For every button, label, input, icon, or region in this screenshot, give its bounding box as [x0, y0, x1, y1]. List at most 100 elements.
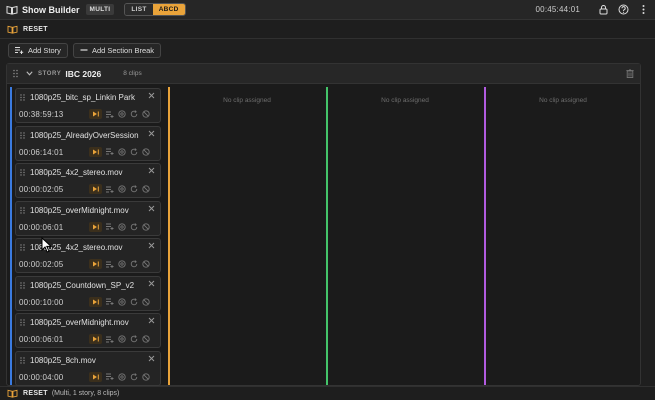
play-next-icon[interactable] — [89, 371, 102, 382]
loop-icon[interactable] — [130, 222, 138, 231]
disable-icon[interactable] — [142, 185, 150, 193]
clip-card[interactable]: 1080p25_4x2_stereo.mov 00:00:02:05 — [15, 163, 161, 198]
clip-duration: 00:00:02:05 — [19, 260, 64, 269]
close-icon[interactable] — [148, 130, 155, 137]
close-icon[interactable] — [148, 205, 155, 212]
drag-handle-icon[interactable] — [20, 131, 25, 139]
clip-actions — [89, 184, 154, 194]
queue-list-icon[interactable] — [106, 111, 114, 118]
settings-icon[interactable] — [118, 335, 126, 343]
empty-lane-message: No clip assigned — [381, 97, 429, 104]
disable-icon[interactable] — [142, 222, 150, 231]
view-list-button[interactable]: LIST — [125, 4, 153, 15]
clip-actions — [89, 371, 154, 382]
drag-handle-icon[interactable] — [20, 244, 25, 251]
settings-icon[interactable] — [118, 372, 126, 381]
queue-list-icon[interactable] — [106, 223, 114, 230]
lane-3: No clip assigned — [326, 87, 484, 385]
queue-list-icon[interactable] — [106, 186, 114, 193]
lock-icon[interactable] — [598, 4, 609, 15]
play-next-icon[interactable] — [89, 146, 102, 157]
close-icon[interactable] — [148, 167, 155, 174]
loop-icon[interactable] — [130, 147, 138, 156]
settings-icon[interactable] — [118, 260, 126, 268]
minus-icon — [80, 46, 88, 54]
loop-icon[interactable] — [130, 372, 138, 381]
mouse-cursor-icon — [41, 237, 52, 253]
queue-list-icon[interactable] — [106, 373, 114, 380]
queue-list-icon[interactable] — [106, 336, 114, 343]
clip-duration: 00:00:04:00 — [19, 372, 64, 382]
disable-icon[interactable] — [142, 147, 150, 156]
drag-handle-icon[interactable] — [20, 356, 25, 364]
more-vertical-icon[interactable] — [638, 4, 649, 15]
drag-handle-icon[interactable] — [20, 169, 25, 176]
loop-icon[interactable] — [130, 110, 138, 118]
status-bar: RESET (Multi, 1 story, 8 clips) — [0, 386, 655, 400]
play-next-icon[interactable] — [89, 296, 102, 307]
view-abcd-button[interactable]: ABCD — [152, 4, 185, 15]
clip-card[interactable]: 1080p25_Countdown_SP_v2 00:00:10:00 — [15, 275, 161, 311]
close-icon[interactable] — [148, 317, 155, 324]
add-story-label: Add Story — [28, 45, 61, 55]
queue-list-icon[interactable] — [106, 298, 114, 305]
add-section-break-button[interactable]: Add Section Break — [72, 42, 162, 58]
disable-icon[interactable] — [142, 110, 150, 118]
book-icon — [7, 389, 18, 398]
story-tag: STORY — [38, 70, 62, 77]
loop-icon[interactable] — [130, 185, 138, 193]
close-icon[interactable] — [148, 280, 155, 287]
lane-color-bar — [326, 87, 328, 385]
clip-actions — [89, 334, 154, 344]
loop-icon[interactable] — [130, 260, 138, 268]
close-icon[interactable] — [148, 92, 155, 99]
chevron-down-icon[interactable] — [26, 71, 33, 76]
help-icon[interactable] — [618, 4, 629, 15]
story-panel: STORY IBC 2026 8 clips 1080p25_bitc_sp_L… — [6, 63, 641, 386]
lane-area: 1080p25_bitc_sp_Linkin Park 00:38:59:13 10… — [10, 87, 640, 386]
close-icon[interactable] — [148, 242, 155, 249]
clip-actions — [89, 146, 154, 157]
disable-icon[interactable] — [142, 372, 150, 381]
clip-card[interactable]: 1080p25_4x2_stereo.mov 00:00:02:05 — [15, 238, 161, 273]
play-next-icon[interactable] — [89, 109, 102, 119]
add-story-button[interactable]: Add Story — [8, 42, 68, 58]
clip-card[interactable]: 1080p25_8ch.mov 00:00:04:00 — [15, 350, 161, 386]
story-header: STORY IBC 2026 8 clips — [7, 64, 640, 84]
clip-card[interactable]: 1080p25_AlreadyOverSession 00:06:14:01 — [15, 125, 161, 161]
disable-icon[interactable] — [142, 260, 150, 268]
play-next-icon[interactable] — [89, 334, 102, 344]
clip-count: 8 clips — [123, 70, 142, 77]
settings-icon[interactable] — [118, 297, 126, 306]
clip-duration: 00:00:02:05 — [19, 185, 64, 194]
title-bar: Show Builder MULTI LIST ABCD 00:45:44:01 — [0, 0, 655, 20]
clip-card[interactable]: 1080p25_overMidnight.mov 00:00:06:01 — [15, 200, 161, 236]
play-next-icon[interactable] — [89, 184, 102, 194]
clip-card[interactable]: 1080p25_overMidnight.mov 00:00:06:01 — [15, 313, 161, 348]
queue-list-icon[interactable] — [106, 261, 114, 268]
drag-handle-icon[interactable] — [20, 206, 25, 214]
close-icon[interactable] — [148, 355, 155, 362]
clip-duration: 00:00:06:01 — [19, 222, 64, 232]
settings-icon[interactable] — [118, 110, 126, 118]
settings-icon[interactable] — [118, 222, 126, 231]
clip-actions — [89, 296, 154, 307]
clip-card[interactable]: 1080p25_bitc_sp_Linkin Park 00:38:59:13 — [15, 88, 161, 123]
disable-icon[interactable] — [142, 335, 150, 343]
play-next-icon[interactable] — [89, 259, 102, 269]
drag-handle-icon[interactable] — [13, 69, 18, 78]
trash-icon[interactable] — [626, 69, 634, 78]
settings-icon[interactable] — [118, 147, 126, 156]
loop-icon[interactable] — [130, 297, 138, 306]
drag-handle-icon[interactable] — [20, 281, 25, 289]
disable-icon[interactable] — [142, 297, 150, 306]
loop-icon[interactable] — [130, 335, 138, 343]
clip-duration: 00:06:14:01 — [19, 147, 64, 157]
clip-name: 1080p25_8ch.mov — [30, 355, 96, 365]
drag-handle-icon[interactable] — [20, 94, 25, 101]
queue-list-icon[interactable] — [106, 148, 114, 155]
clip-duration: 00:00:06:01 — [19, 335, 64, 344]
drag-handle-icon[interactable] — [20, 319, 25, 326]
settings-icon[interactable] — [118, 185, 126, 193]
play-next-icon[interactable] — [89, 221, 102, 232]
